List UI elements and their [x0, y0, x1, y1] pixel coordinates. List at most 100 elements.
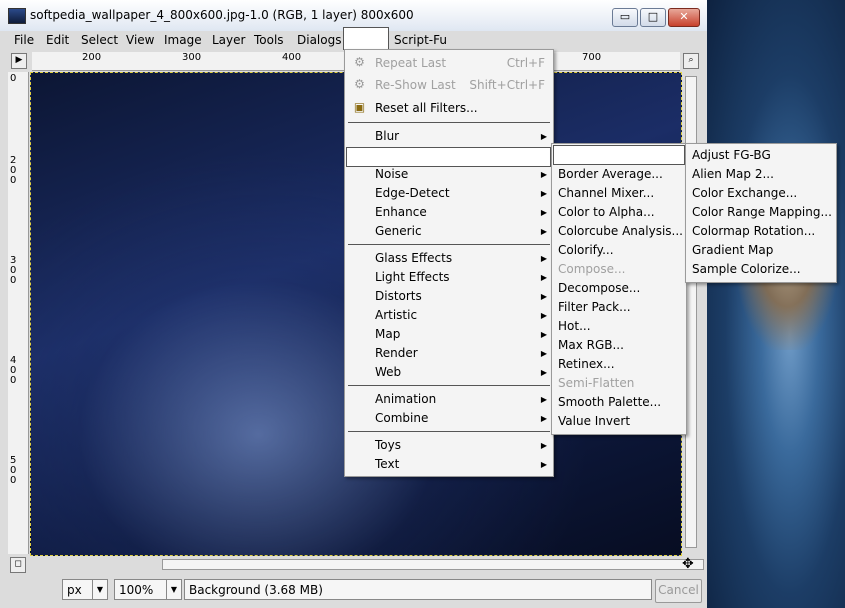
menu-item-colorcube-analysis[interactable]: Colorcube Analysis...: [552, 222, 686, 241]
zoom-value: 100%: [119, 583, 154, 597]
navigate-move-icon[interactable]: ✥: [682, 556, 694, 572]
menu-item-toys[interactable]: Toys ▶: [345, 436, 553, 455]
menu-item-color-range-mapping[interactable]: Color Range Mapping...: [686, 203, 836, 222]
chevron-right-icon: ▶: [540, 227, 547, 236]
menu-item-adjust-fg-bg[interactable]: Adjust FG-BG: [686, 146, 836, 165]
reset-icon: ▣: [353, 100, 366, 114]
close-button[interactable]: ✕: [668, 8, 700, 27]
chevron-right-icon: ▶: [540, 208, 547, 217]
ruler-tick: 300: [182, 52, 202, 63]
menu-separator: [348, 431, 550, 432]
menu-select[interactable]: Select: [81, 33, 118, 47]
menu-item-web[interactable]: Web ▶: [345, 363, 553, 382]
menu-item-color-to-alpha[interactable]: Color to Alpha...: [552, 203, 686, 222]
menu-item-map-highlighted[interactable]: [553, 145, 685, 165]
menu-layer[interactable]: Layer: [212, 33, 245, 47]
menu-item-decompose[interactable]: Decompose...: [552, 279, 686, 298]
ruler-tick: 400: [10, 355, 17, 386]
menu-item-distorts[interactable]: Distorts ▶: [345, 287, 553, 306]
layer-info: Background (3.68 MB): [184, 579, 652, 600]
quick-mask-menu-icon[interactable]: ▶: [11, 53, 27, 69]
desktop-background: [707, 0, 845, 608]
menu-item-gradient-map[interactable]: Gradient Map: [686, 241, 836, 260]
menu-item-max-rgb[interactable]: Max RGB...: [552, 336, 686, 355]
chevron-down-icon: ▼: [166, 580, 181, 599]
left-ruler: 0 200 300 400 500: [8, 72, 29, 554]
menu-item-sample-colorize[interactable]: Sample Colorize...: [686, 260, 836, 279]
menu-item-filter-pack[interactable]: Filter Pack...: [552, 298, 686, 317]
chevron-right-icon: ▶: [540, 460, 547, 469]
menu-separator: [348, 122, 550, 123]
unit-select[interactable]: px ▼: [62, 579, 108, 600]
menu-item-render[interactable]: Render ▶: [345, 344, 553, 363]
zoom-select[interactable]: 100% ▼: [114, 579, 182, 600]
chevron-down-icon: ▼: [92, 580, 107, 599]
menu-item-glass-effects[interactable]: Glass Effects ▶: [345, 249, 553, 268]
menu-item-edge-detect[interactable]: Edge-Detect ▶: [345, 184, 553, 203]
menu-image[interactable]: Image: [164, 33, 202, 47]
zoom-navigate-icon[interactable]: ⌕: [683, 53, 699, 69]
menu-separator: [348, 244, 550, 245]
ruler-tick: 400: [282, 52, 302, 63]
chevron-right-icon: ▶: [540, 273, 547, 282]
menu-item-smooth-palette[interactable]: Smooth Palette...: [552, 393, 686, 412]
minimize-button[interactable]: ▭: [612, 8, 638, 27]
menu-filters-active[interactable]: [343, 27, 389, 50]
gear-icon: ⚙: [354, 55, 365, 69]
menu-item-animation[interactable]: Animation ▶: [345, 390, 553, 409]
toggle-quickmask-icon[interactable]: ◻: [10, 557, 26, 573]
horizontal-scroll-thumb[interactable]: [162, 559, 704, 570]
ruler-tick: 200: [10, 155, 17, 186]
colors-submenu: Border Average... Channel Mixer... Color…: [551, 143, 687, 435]
menu-item-hot[interactable]: Hot...: [552, 317, 686, 336]
menu-item-color-exchange[interactable]: Color Exchange...: [686, 184, 836, 203]
chevron-right-icon: ▶: [540, 395, 547, 404]
menu-item-border-average[interactable]: Border Average...: [552, 165, 686, 184]
menu-item-colors-highlighted[interactable]: [346, 147, 551, 167]
menu-item-artistic[interactable]: Artistic ▶: [345, 306, 553, 325]
menu-item-colorify[interactable]: Colorify...: [552, 241, 686, 260]
menu-item-combine[interactable]: Combine ▶: [345, 409, 553, 428]
chevron-right-icon: ▶: [540, 330, 547, 339]
menu-item-light-effects[interactable]: Light Effects ▶: [345, 268, 553, 287]
menu-view[interactable]: View: [126, 33, 154, 47]
gear-icon: ⚙: [354, 77, 365, 91]
menu-item-semi-flatten[interactable]: Semi-Flatten: [552, 374, 686, 393]
ruler-tick: 300: [10, 255, 17, 286]
menu-item-map[interactable]: Map ▶: [345, 325, 553, 344]
menu-item-blur[interactable]: Blur ▶: [345, 127, 553, 146]
window-title: softpedia_wallpaper_4_800x600.jpg-1.0 (R…: [30, 8, 414, 22]
chevron-right-icon: ▶: [540, 368, 547, 377]
ruler-tick: 500: [10, 455, 17, 486]
maximize-button[interactable]: □: [640, 8, 666, 27]
menu-item-value-invert[interactable]: Value Invert: [552, 412, 686, 431]
menu-item-channel-mixer[interactable]: Channel Mixer...: [552, 184, 686, 203]
menu-item-noise[interactable]: Noise ▶: [345, 165, 553, 184]
menu-separator: [348, 385, 550, 386]
menu-item-text[interactable]: Text ▶: [345, 455, 553, 474]
menu-item-generic[interactable]: Generic ▶: [345, 222, 553, 241]
menu-item-compose[interactable]: Compose...: [552, 260, 686, 279]
menu-script-fu[interactable]: Script-Fu: [394, 33, 447, 47]
chevron-right-icon: ▶: [540, 292, 547, 301]
chevron-right-icon: ▶: [540, 311, 547, 320]
cancel-button[interactable]: Cancel: [655, 579, 702, 603]
map-submenu: Adjust FG-BG Alien Map 2... Color Exchan…: [685, 143, 837, 283]
menu-file[interactable]: File: [14, 33, 34, 47]
menu-item-retinex[interactable]: Retinex...: [552, 355, 686, 374]
menu-item-enhance[interactable]: Enhance ▶: [345, 203, 553, 222]
menu-item-alien-map-2[interactable]: Alien Map 2...: [686, 165, 836, 184]
ruler-tick: 0: [10, 73, 17, 84]
menu-item-colormap-rotation[interactable]: Colormap Rotation...: [686, 222, 836, 241]
menu-item-reset-all-filters[interactable]: ▣ Reset all Filters...: [345, 99, 553, 118]
menu-item-repeat-last[interactable]: ⚙ Repeat Last Ctrl+F: [345, 54, 553, 73]
menu-dialogs[interactable]: Dialogs: [297, 33, 341, 47]
chevron-right-icon: ▶: [540, 349, 547, 358]
menu-item-re-show-last[interactable]: ⚙ Re-Show Last Shift+Ctrl+F: [345, 76, 553, 95]
app-icon: [8, 8, 26, 24]
menu-tools[interactable]: Tools: [254, 33, 284, 47]
chevron-right-icon: ▶: [540, 254, 547, 263]
horizontal-scrollbar[interactable]: [32, 557, 704, 571]
menu-edit[interactable]: Edit: [46, 33, 69, 47]
chevron-right-icon: ▶: [540, 441, 547, 450]
